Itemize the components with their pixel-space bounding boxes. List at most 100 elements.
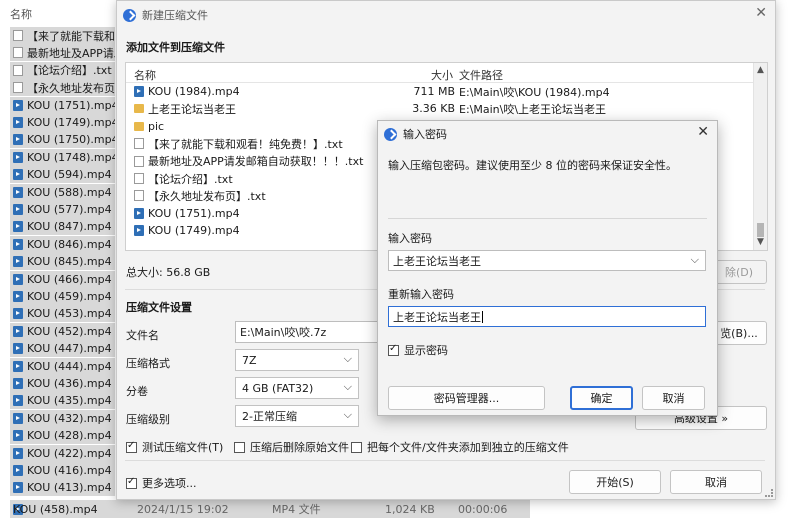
file-name: KOU (452).mp4 <box>27 324 112 338</box>
checkbox-label: 把每个文件/文件夹添加到独立的压缩文件 <box>367 441 569 454</box>
table-row[interactable]: 【论坛介绍】.txt <box>10 61 115 79</box>
table-row[interactable]: KOU (444).mp4 <box>10 357 115 375</box>
table-row[interactable]: KOU (847).mp4 <box>10 218 115 236</box>
table-row[interactable]: KOU (846).mp4 <box>10 235 115 253</box>
separate-archives-checkbox[interactable]: 把每个文件/文件夹添加到独立的压缩文件 <box>351 439 569 455</box>
table-row[interactable]: KOU (416).mp4 <box>10 462 115 479</box>
table-row[interactable]: 【来了就能下载和观 <box>10 27 115 44</box>
list-item-name: KOU (1984).mp4 <box>134 85 240 98</box>
start-button[interactable]: 开始(S) <box>569 470 661 494</box>
table-row[interactable]: KOU (1749).mp4 <box>10 114 115 131</box>
split-label: 分卷 <box>126 385 148 398</box>
file-name: KOU (432).mp4 <box>27 411 112 425</box>
password-cancel-button[interactable]: 取消 <box>642 386 705 410</box>
table-row[interactable]: 【永久地址发布页】 <box>10 79 115 97</box>
file-name: pic <box>148 119 165 133</box>
vertical-scrollbar[interactable]: ▲ ▼ <box>753 63 767 250</box>
video-file-icon <box>13 378 23 389</box>
checkbox-label: 显示密码 <box>404 344 448 357</box>
column-name[interactable]: 名称 <box>134 67 156 83</box>
password-titlebar[interactable]: 输入密码 ✕ <box>378 121 717 147</box>
table-row[interactable]: KOU (466).mp4 <box>10 270 115 288</box>
checkbox-unchecked-icon[interactable] <box>234 441 245 453</box>
close-icon[interactable]: ✕ <box>697 124 709 140</box>
text-file-icon <box>134 138 144 150</box>
scroll-thumb[interactable] <box>757 223 764 237</box>
file-duration: 00:00:06 <box>458 502 508 516</box>
app-logo-icon <box>123 8 136 22</box>
column-path[interactable]: 文件路径 <box>459 67 503 83</box>
table-row[interactable]: KOU (436).mp4 <box>10 375 115 392</box>
chevron-down-icon[interactable]: ⌵ <box>691 253 699 267</box>
video-file-icon <box>13 117 23 128</box>
scroll-down-icon[interactable]: ▼ <box>757 237 764 247</box>
format-label: 压缩格式 <box>126 357 170 370</box>
table-row[interactable]: KOU (1748).mp4 <box>10 148 115 166</box>
split-select[interactable]: 4 GB (FAT32) <box>235 377 359 399</box>
folder-icon <box>134 104 144 114</box>
list-item[interactable]: 上老王论坛当老王 3.36 KB E:\Main\咬\上老王论坛当老王 <box>126 100 753 117</box>
ok-button[interactable]: 确定 <box>570 386 633 410</box>
close-icon[interactable]: ✕ <box>755 5 767 21</box>
settings-heading: 压缩文件设置 <box>126 301 192 314</box>
table-row[interactable]: KOU (1750).mp4 <box>10 131 115 149</box>
table-row[interactable]: KOU (422).mp4 <box>10 444 115 462</box>
show-password-checkbox[interactable]: 显示密码 <box>388 342 448 358</box>
file-name: KOU (1751).mp4 <box>27 98 115 112</box>
table-row[interactable]: KOU (458).mp4 2024/1/15 19:02 MP4 文件 1,0… <box>10 500 530 518</box>
table-row[interactable]: KOU (594).mp4 <box>10 166 115 184</box>
list-item-name: 【永久地址发布页】.txt <box>134 188 266 204</box>
delete-after-checkbox[interactable]: 压缩后删除原始文件 <box>234 439 349 455</box>
table-row[interactable]: KOU (435).mp4 <box>10 392 115 410</box>
file-name: KOU (413).mp4 <box>27 481 112 495</box>
table-row[interactable]: 最新地址及APP请发 <box>10 44 115 62</box>
table-row[interactable]: KOU (452).mp4 <box>10 322 115 340</box>
more-options-checkbox[interactable]: 更多选项... <box>126 475 197 491</box>
column-header-name[interactable]: 名称 <box>10 6 32 22</box>
dialog-titlebar[interactable]: 新建压缩文件 ✕ <box>117 1 775 29</box>
level-select[interactable]: 2-正常压缩 <box>235 405 359 427</box>
list-item-name: KOU (1751).mp4 <box>134 207 240 220</box>
file-name: KOU (1748).mp4 <box>27 150 115 164</box>
checkbox-checked-icon[interactable] <box>126 476 137 489</box>
list-item-name: 【论坛介绍】.txt <box>134 171 233 187</box>
table-row[interactable]: KOU (1751).mp4 <box>10 96 115 114</box>
table-row[interactable]: KOU (845).mp4 <box>10 253 115 271</box>
table-row[interactable]: KOU (459).mp4 <box>10 288 115 305</box>
test-archive-checkbox[interactable]: 测试压缩文件(T) <box>126 439 223 455</box>
video-file-icon <box>13 482 23 494</box>
file-name: 【论坛介绍】.txt <box>27 64 112 78</box>
file-name: KOU (1751).mp4 <box>148 206 240 220</box>
browse-button[interactable]: 览(B)... <box>711 321 767 345</box>
table-row[interactable]: KOU (577).mp4 <box>10 201 115 218</box>
file-name: KOU (459).mp4 <box>27 290 112 303</box>
reenter-password-input[interactable]: 上老王论坛当老王 <box>388 306 706 327</box>
video-file-icon <box>13 169 23 181</box>
file-name: 【永久地址发布页】.txt <box>148 189 266 203</box>
password-input[interactable]: 上老王论坛当老王 ⌵ <box>388 250 706 271</box>
checkbox-checked-icon[interactable] <box>126 440 137 453</box>
cancel-button[interactable]: 取消 <box>670 470 762 494</box>
video-file-icon <box>13 395 23 407</box>
total-size-label: 总大小: 56.8 GB <box>126 266 211 279</box>
resize-grip-icon[interactable] <box>765 489 773 497</box>
list-item[interactable]: KOU (1984).mp4 711 MB E:\Main\咬\KOU (1984)… <box>126 83 753 100</box>
table-row[interactable]: KOU (588).mp4 <box>10 183 115 201</box>
column-size[interactable]: 大小 <box>431 67 453 83</box>
format-select[interactable]: 7Z <box>235 349 359 371</box>
password-manager-button[interactable]: 密码管理器... <box>388 386 545 410</box>
table-row[interactable]: KOU (428).mp4 <box>10 427 115 445</box>
table-row[interactable]: KOU (432).mp4 <box>10 409 115 427</box>
checkbox-label: 测试压缩文件(T) <box>142 441 224 454</box>
scroll-up-icon[interactable]: ▲ <box>757 65 764 75</box>
checkbox-unchecked-icon[interactable] <box>351 441 362 453</box>
table-row[interactable]: KOU (413).mp4 <box>10 479 115 497</box>
table-row[interactable]: KOU (447).mp4 <box>10 340 115 358</box>
app-logo-icon <box>384 127 397 141</box>
video-file-icon <box>13 465 23 476</box>
password-value: 上老王论坛当老王 <box>393 254 481 268</box>
delete-button[interactable]: 除(D) <box>711 260 767 284</box>
password-value: 上老王论坛当老王 <box>393 310 481 324</box>
checkbox-checked-icon[interactable] <box>388 343 399 356</box>
table-row[interactable]: KOU (453).mp4 <box>10 305 115 323</box>
